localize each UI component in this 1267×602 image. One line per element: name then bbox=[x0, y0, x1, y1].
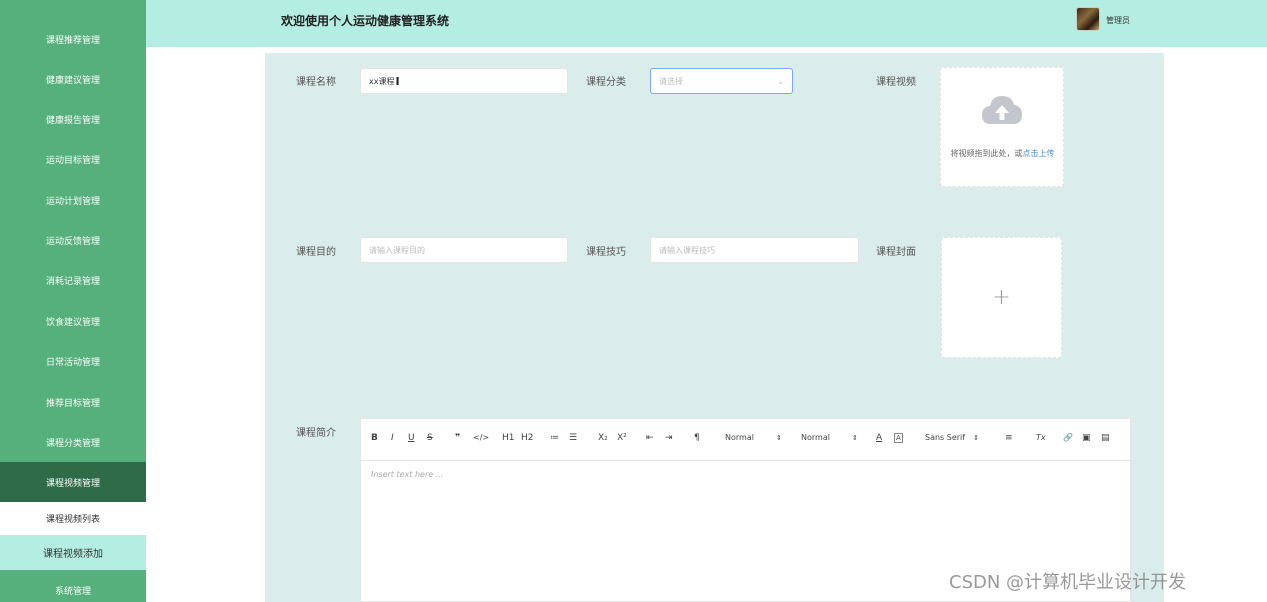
course-name-input[interactable]: xx课程 I bbox=[360, 68, 568, 94]
sidebar-item-exercise-feedback[interactable]: 运动反馈管理 bbox=[0, 220, 146, 260]
size-select[interactable]: Normal ⇕ bbox=[725, 433, 782, 442]
course-purpose-input[interactable]: 请输入课程目的 bbox=[360, 237, 568, 263]
sidebar-item-label: 课程分类管理 bbox=[45, 438, 100, 449]
course-name-label: 课程名称 bbox=[296, 77, 336, 88]
sidebar-item-label: 健康建议管理 bbox=[45, 75, 100, 86]
course-purpose-placeholder: 请输入课程目的 bbox=[369, 245, 425, 255]
font-select-value: Sans Serif bbox=[925, 433, 966, 442]
font-color-button[interactable]: A bbox=[876, 433, 882, 443]
sidebar-item-exercise-goal[interactable]: 运动目标管理 bbox=[0, 139, 146, 179]
code-block-button[interactable]: </> bbox=[473, 433, 489, 442]
sidebar-item-label: 系统管理 bbox=[54, 586, 91, 597]
sidebar-item-label: 消耗记录管理 bbox=[45, 276, 100, 287]
sort-arrows-icon: ⇕ bbox=[973, 434, 979, 442]
course-purpose-label: 课程目的 bbox=[296, 247, 336, 258]
course-intro-label: 课程简介 bbox=[296, 428, 336, 439]
subscript-button[interactable]: X₂ bbox=[598, 433, 608, 443]
sidebar-item-label: 运动目标管理 bbox=[45, 155, 100, 166]
video-upload-dropzone[interactable]: 将视频拖到此处，或点击上传 bbox=[940, 67, 1064, 187]
sidebar-item-label: 健康报告管理 bbox=[45, 115, 100, 126]
sidebar-item-label: 推荐目标管理 bbox=[45, 398, 100, 409]
superscript-button[interactable]: X² bbox=[617, 433, 627, 443]
editor-toolbar: B I U S ❞ </> H1 H2 ≔ ☰ X₂ X² ⇤ ⇥ ¶ Norm… bbox=[361, 419, 1130, 461]
h1-button[interactable]: H1 bbox=[502, 433, 515, 443]
sidebar-item-exercise-plan[interactable]: 运动计划管理 bbox=[0, 180, 146, 220]
italic-button[interactable]: I bbox=[391, 433, 394, 443]
course-technique-input[interactable]: 请输入课程技巧 bbox=[650, 237, 859, 263]
sidebar-item-health-advice[interactable]: 健康建议管理 bbox=[0, 59, 146, 99]
clean-format-button[interactable]: Tx bbox=[1036, 433, 1046, 442]
sidebar-subitem-label: 课程视频添加 bbox=[43, 549, 103, 560]
ordered-list-button[interactable]: ≔ bbox=[550, 433, 559, 443]
sidebar-item-course-video[interactable]: 课程视频管理 bbox=[0, 462, 146, 502]
sidebar: 课程推荐管理 健康建议管理 健康报告管理 运动目标管理 运动计划管理 运动反馈管… bbox=[0, 0, 146, 602]
text-cursor-icon: I bbox=[395, 74, 400, 88]
outdent-button[interactable]: ⇤ bbox=[646, 433, 654, 443]
sort-arrows-icon: ⇕ bbox=[851, 434, 858, 442]
sidebar-item-system[interactable]: 系统管理 bbox=[0, 570, 146, 602]
form-panel: 课程名称 xx课程 I 课程分类 请选择 ⌄ 课程视频 将视频拖到此处，或点击上传… bbox=[265, 53, 1164, 602]
bullet-list-button[interactable]: ☰ bbox=[569, 433, 577, 443]
text-direction-button[interactable]: ¶ bbox=[694, 433, 700, 443]
course-technique-placeholder: 请输入课程技巧 bbox=[659, 245, 715, 255]
user-name[interactable]: 管理员 bbox=[1106, 15, 1130, 26]
video-button[interactable]: ▤ bbox=[1101, 433, 1110, 443]
sidebar-item-daily-activity[interactable]: 日常活动管理 bbox=[0, 341, 146, 381]
course-cover-label: 课程封面 bbox=[876, 247, 916, 258]
sidebar-subitem-label: 课程视频列表 bbox=[45, 515, 100, 525]
sidebar-subitem-video-list[interactable]: 课程视频列表 bbox=[0, 502, 146, 535]
sidebar-item-recommend-goal[interactable]: 推荐目标管理 bbox=[0, 382, 146, 422]
sidebar-item-consumption-record[interactable]: 消耗记录管理 bbox=[0, 260, 146, 300]
sidebar-item-course-category[interactable]: 课程分类管理 bbox=[0, 422, 146, 462]
course-category-label: 课程分类 bbox=[586, 77, 626, 88]
course-name-value: xx课程 bbox=[369, 76, 395, 86]
image-button[interactable]: ▣ bbox=[1082, 433, 1091, 443]
upload-hint: 将视频拖到此处，或点击上传 bbox=[941, 148, 1064, 159]
sidebar-item-course-recommend[interactable]: 课程推荐管理 bbox=[0, 19, 146, 59]
sidebar-item-diet-advice[interactable]: 饮食建议管理 bbox=[0, 301, 146, 341]
sidebar-item-label: 日常活动管理 bbox=[45, 357, 100, 368]
header-select-value: Normal bbox=[801, 433, 830, 442]
top-header: 欢迎使用个人运动健康管理系统 管理员 bbox=[146, 0, 1267, 47]
cover-upload-box[interactable]: + bbox=[941, 237, 1062, 358]
upload-hint-text: 将视频拖到此处，或 bbox=[950, 149, 1023, 158]
strike-button[interactable]: S bbox=[427, 433, 433, 443]
sidebar-item-label: 课程推荐管理 bbox=[45, 35, 100, 46]
course-category-placeholder: 请选择 bbox=[659, 76, 683, 86]
sidebar-item-label: 运动计划管理 bbox=[45, 196, 100, 207]
sidebar-item-label: 课程视频管理 bbox=[45, 478, 100, 489]
size-select-value: Normal bbox=[725, 433, 754, 442]
sidebar-item-label: 运动反馈管理 bbox=[45, 236, 100, 247]
plus-icon: + bbox=[992, 285, 1011, 310]
blockquote-button[interactable]: ❞ bbox=[455, 433, 460, 443]
align-button[interactable]: ≡ bbox=[1005, 433, 1013, 443]
avatar[interactable] bbox=[1076, 7, 1100, 31]
sidebar-subitem-video-add[interactable]: 课程视频添加 bbox=[0, 535, 146, 570]
editor-placeholder[interactable]: Insert text here ... bbox=[371, 470, 443, 479]
upload-link[interactable]: 点击上传 bbox=[1023, 149, 1055, 158]
header-select[interactable]: Normal ⇕ bbox=[801, 433, 858, 442]
h2-button[interactable]: H2 bbox=[521, 433, 534, 443]
sidebar-item-health-report[interactable]: 健康报告管理 bbox=[0, 99, 146, 139]
bold-button[interactable]: B bbox=[371, 433, 378, 443]
sidebar-item-label: 饮食建议管理 bbox=[45, 317, 100, 328]
course-technique-label: 课程技巧 bbox=[586, 247, 626, 258]
watermark: CSDN @计算机毕业设计开发 bbox=[949, 572, 1187, 593]
font-select[interactable]: Sans Serif ⇕ bbox=[925, 433, 979, 442]
course-video-label: 课程视频 bbox=[876, 77, 916, 88]
page-title: 欢迎使用个人运动健康管理系统 bbox=[281, 14, 450, 28]
chevron-down-icon: ⌄ bbox=[777, 77, 784, 86]
cloud-upload-icon bbox=[982, 96, 1022, 124]
underline-button[interactable]: U bbox=[408, 433, 415, 443]
indent-button[interactable]: ⇥ bbox=[665, 433, 673, 443]
sort-arrows-icon: ⇕ bbox=[775, 434, 782, 442]
background-color-button[interactable]: A bbox=[894, 433, 903, 443]
course-category-select[interactable]: 请选择 ⌄ bbox=[650, 68, 793, 94]
link-button[interactable]: 🔗 bbox=[1063, 433, 1073, 442]
